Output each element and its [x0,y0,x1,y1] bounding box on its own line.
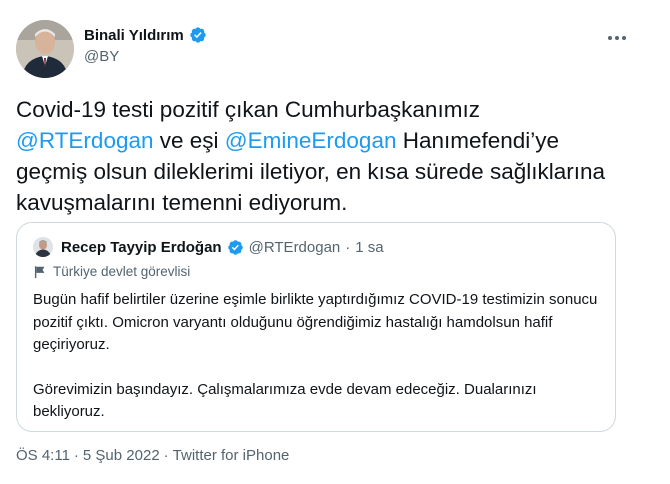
quoted-author-handle: @RTErdogan [248,238,341,256]
quoted-text: Bugün hafif belirtiler üzerine eşimle bi… [33,289,608,424]
verified-badge-icon [190,27,206,43]
author-block: Binali Yıldırım @BY [84,26,207,65]
quoted-header: Recep Tayyip Erdoğan @RTErdogan · 1 sa [33,237,384,257]
author-name[interactable]: Binali Yıldırım [84,27,184,44]
tweet-meta: ÖS 4:11 · 5 Şub 2022 · Twitter for iPhon… [16,447,289,464]
tweet-text: Covid-19 testi pozitif çıkan Cumhurbaşka… [16,97,606,215]
government-label-text: Türkiye devlet görevlisi [53,264,191,279]
verified-badge-icon [227,239,243,255]
mention-rterdogan[interactable]: @RTErdogan [16,128,154,153]
more-options-icon[interactable] [602,28,632,48]
tweet: Binali Yıldırım @BY Covid-19 testi pozit… [0,0,670,484]
quoted-timestamp[interactable]: 1 sa [355,239,383,256]
tweet-date[interactable]: 5 Şub 2022 [83,447,160,464]
author-avatar[interactable] [16,20,74,78]
separator-dot: · [73,447,79,464]
tweet-source[interactable]: Twitter for iPhone [173,447,290,464]
mention-emineerdogan[interactable]: @EmineErdogan [225,128,397,153]
quoted-tweet[interactable]: Recep Tayyip Erdoğan @RTErdogan · 1 sa T… [16,222,616,432]
separator-dot: · [163,447,169,464]
flag-icon [34,265,45,278]
government-label: Türkiye devlet görevlisi [33,264,190,279]
quoted-paragraph-2: Görevimizin başındayız. Çalışmalarımıza … [33,380,537,421]
quoted-paragraph-1: Bugün hafif belirtiler üzerine eşimle bi… [33,291,598,353]
quoted-author-name: Recep Tayyip Erdoğan [61,238,222,256]
separator-dot: · [345,238,351,256]
author-handle[interactable]: @BY [84,48,207,65]
quoted-avatar [33,237,53,257]
tweet-time[interactable]: ÖS 4:11 [16,447,70,464]
